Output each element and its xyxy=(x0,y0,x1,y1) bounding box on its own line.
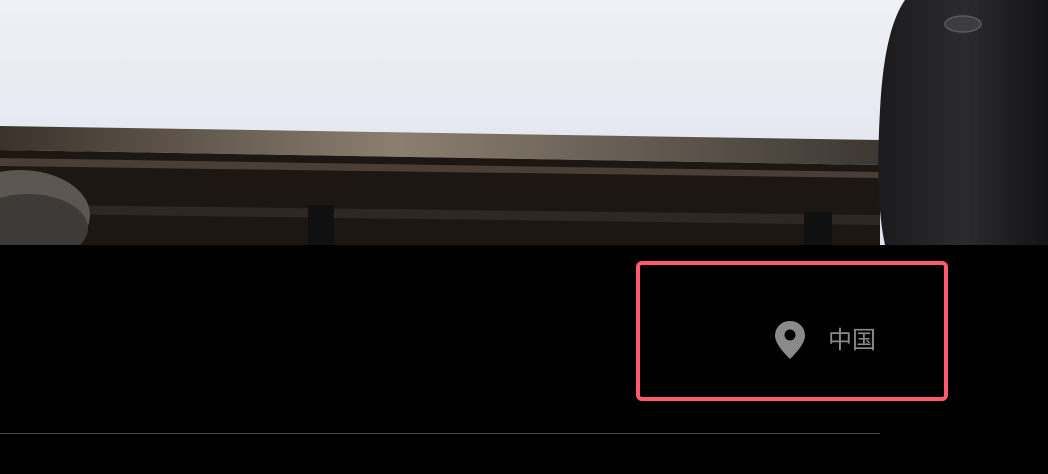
post-info-bar: 中国 xyxy=(0,245,1048,474)
post-detail-page: 中国 xyxy=(0,0,1048,474)
location-pin-icon xyxy=(775,321,805,359)
location-label: 中国 xyxy=(828,326,876,354)
divider xyxy=(0,433,880,434)
hero-image xyxy=(0,0,1048,245)
location-tag[interactable]: 中国 xyxy=(772,318,876,362)
